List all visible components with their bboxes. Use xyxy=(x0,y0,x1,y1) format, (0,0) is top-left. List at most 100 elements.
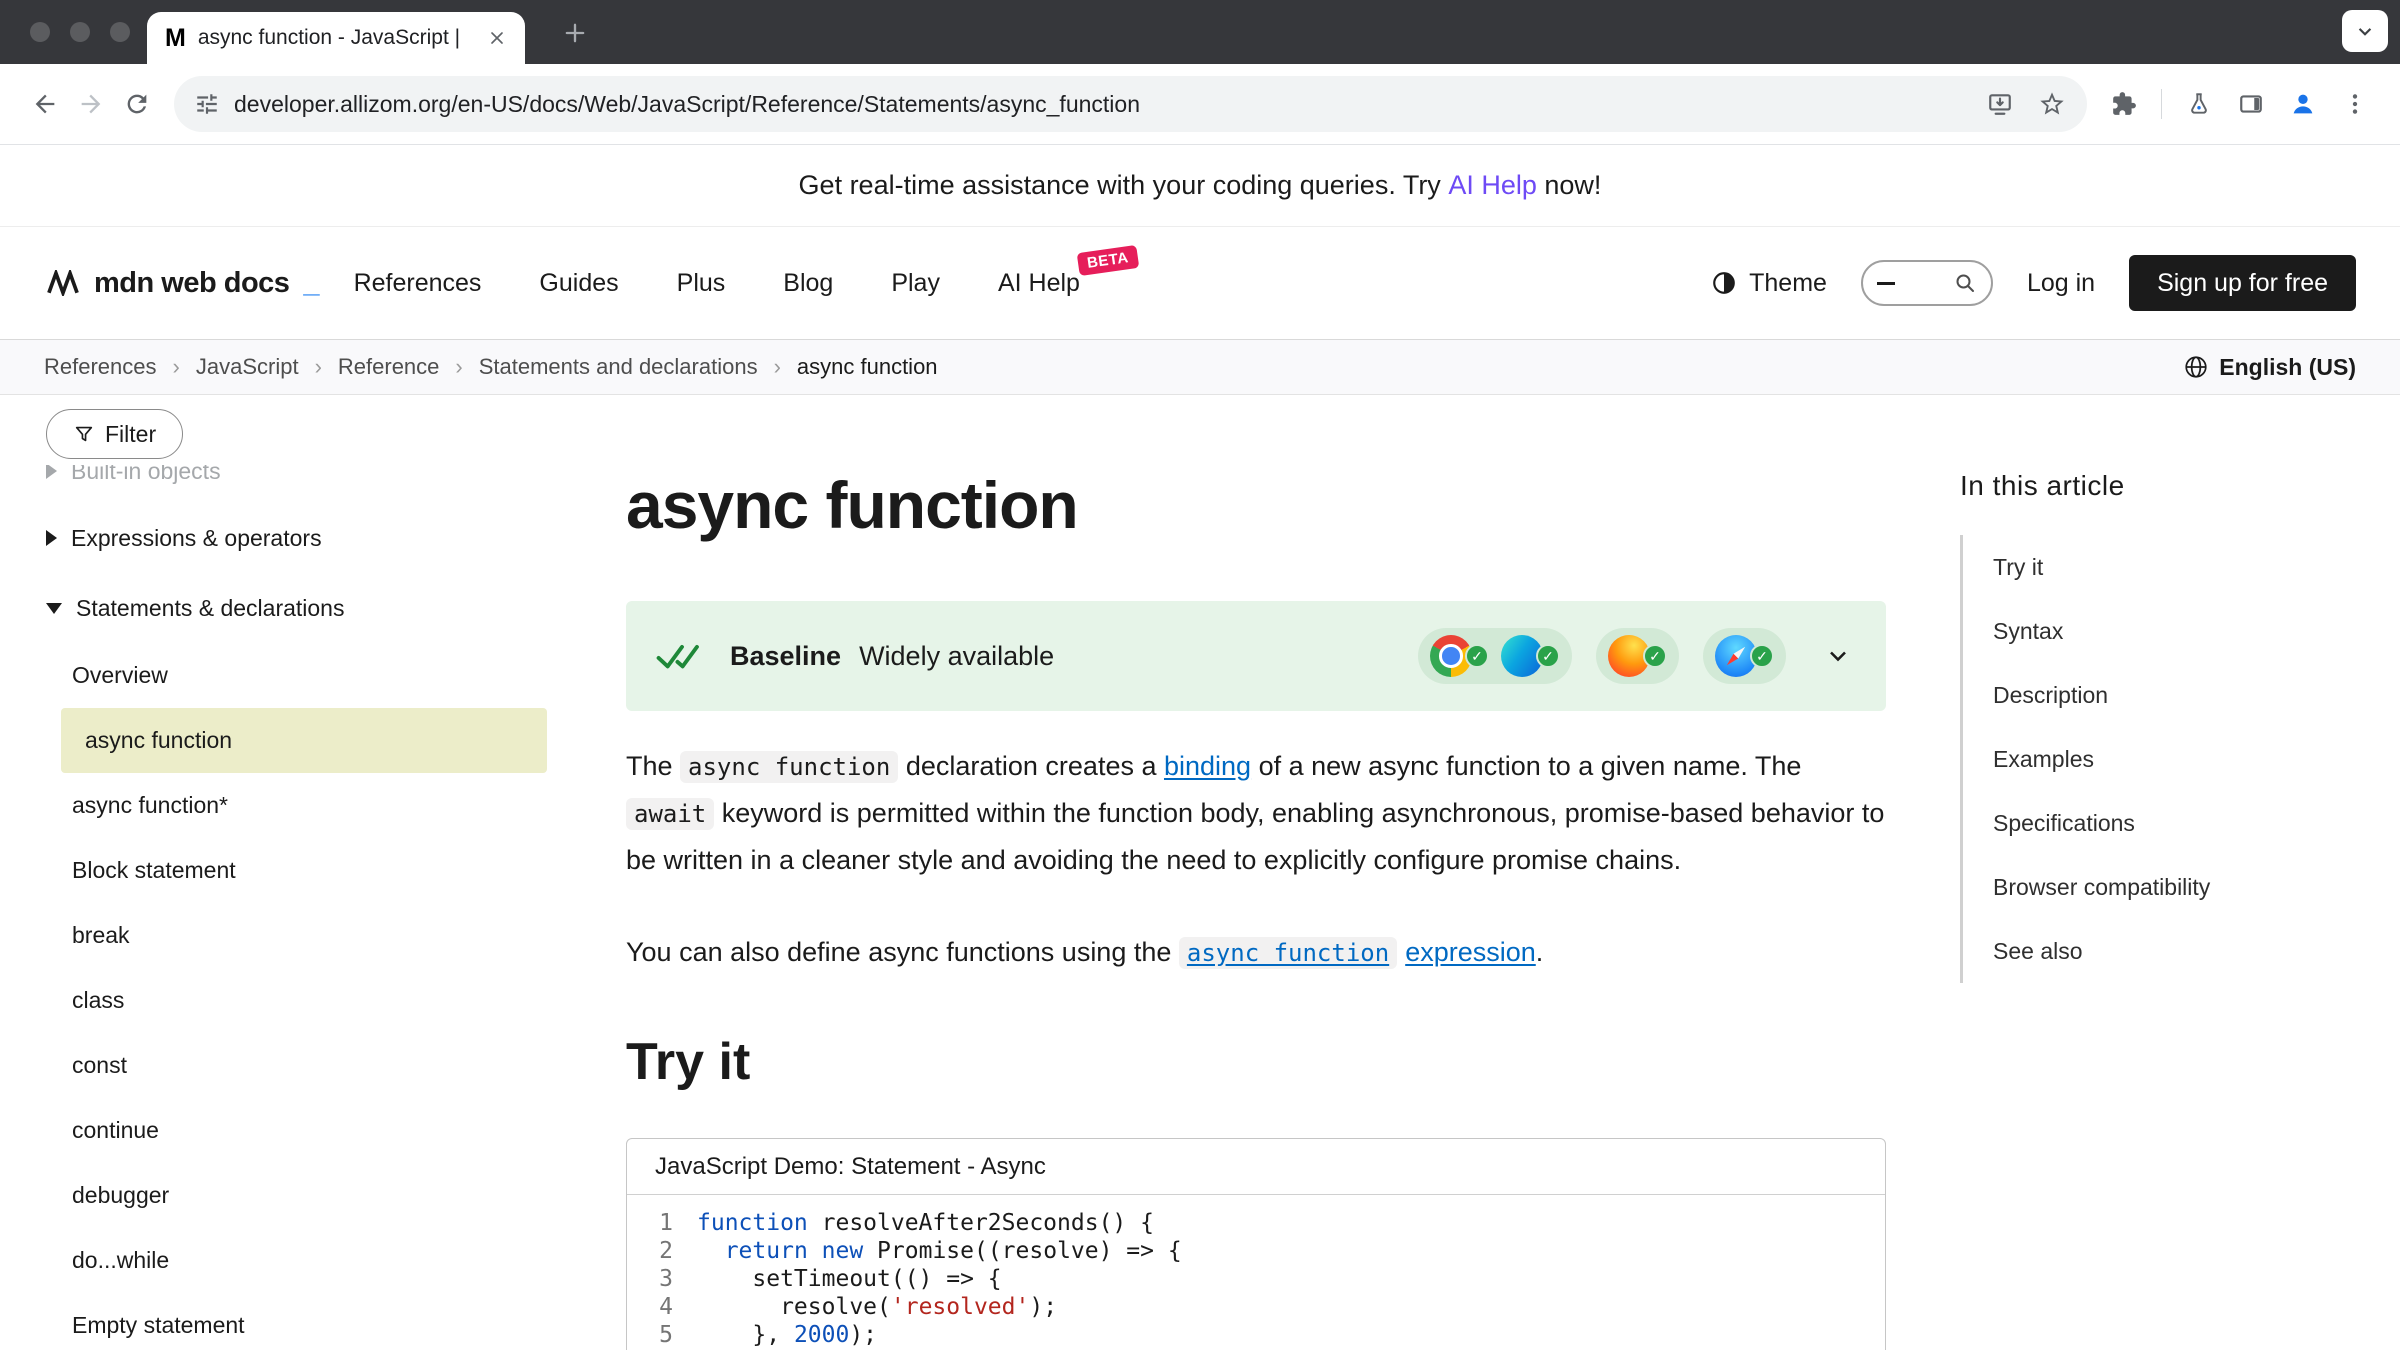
profile-button[interactable] xyxy=(2280,81,2326,127)
chevron-right-icon xyxy=(46,465,57,479)
ai-help-link[interactable]: AI Help xyxy=(1448,170,1537,201)
minimize-window-button[interactable] xyxy=(70,22,90,42)
toc-item: See also xyxy=(1993,919,2360,983)
sidebar-section-label: Statements & declarations xyxy=(76,595,344,622)
sidebar-section-statements[interactable]: Statements & declarations xyxy=(46,573,558,643)
sidebar-item-async-function-star[interactable]: async function* xyxy=(46,773,532,838)
toc-link-see-also[interactable]: See also xyxy=(1993,938,2083,965)
sidebar-filter-button[interactable]: Filter xyxy=(46,409,183,459)
reload-icon xyxy=(123,90,151,118)
puzzle-icon xyxy=(2111,91,2137,117)
forward-icon xyxy=(77,90,105,118)
theme-icon xyxy=(1711,270,1737,296)
binding-link[interactable]: binding xyxy=(1164,751,1251,781)
tab-search-button[interactable] xyxy=(2342,10,2388,52)
close-window-button[interactable] xyxy=(30,22,50,42)
sidebar-section-expressions[interactable]: Expressions & operators xyxy=(46,503,558,573)
nav-blog[interactable]: Blog xyxy=(783,269,833,298)
nav-play[interactable]: Play xyxy=(891,269,940,298)
nav-references[interactable]: References xyxy=(354,269,482,298)
toc-link-examples[interactable]: Examples xyxy=(1993,746,2094,773)
baseline-browser-support: ✓ ✓ ✓ ✓ xyxy=(1418,628,1852,684)
forward-button[interactable] xyxy=(68,81,114,127)
chevron-down-icon xyxy=(46,603,62,614)
side-panel-icon xyxy=(2238,91,2264,117)
sidebar-item-empty-statement[interactable]: Empty statement xyxy=(46,1293,532,1350)
tab-strip: M async function - JavaScript | xyxy=(0,0,2400,64)
new-tab-button[interactable] xyxy=(558,16,592,50)
page-content: Filter Built-in objects Expressions & op… xyxy=(0,395,2400,1350)
baseline-label: Baseline xyxy=(730,641,841,672)
safari-support: ✓ xyxy=(1715,635,1774,677)
breadcrumb: References JavaScript Reference Statemen… xyxy=(44,354,938,380)
baseline-expand-chevron[interactable] xyxy=(1824,642,1852,670)
browser-pill: ✓ ✓ xyxy=(1418,628,1572,684)
nav-ai-help[interactable]: AI Help xyxy=(998,269,1080,297)
mdn-logo-icon xyxy=(44,270,82,296)
filter-icon xyxy=(73,423,95,445)
text: of a new async function to a given name.… xyxy=(1251,751,1801,781)
zoom-window-button[interactable] xyxy=(110,22,130,42)
check-badge-icon: ✓ xyxy=(1536,644,1560,668)
toolbar-divider xyxy=(2161,89,2162,119)
mdn-logo[interactable]: mdn web docs_ xyxy=(44,267,320,300)
breadcrumb-javascript[interactable]: JavaScript xyxy=(196,354,299,380)
sidebar-section-built-in-objects[interactable]: Built-in objects xyxy=(46,465,558,503)
async-function-expression-link[interactable]: async functionexpression xyxy=(1179,937,1536,967)
breadcrumb-current[interactable]: async function xyxy=(797,354,938,380)
window-controls xyxy=(30,22,130,42)
sidebar-section-label: Expressions & operators xyxy=(71,525,322,552)
toc-item: Syntax xyxy=(1993,599,2360,663)
profile-icon xyxy=(2289,90,2317,118)
toc-link-try-it[interactable]: Try it xyxy=(1993,554,2043,581)
sidebar-item-break[interactable]: break xyxy=(46,903,532,968)
browser-menu-button[interactable] xyxy=(2332,81,2378,127)
nav-guides[interactable]: Guides xyxy=(539,269,618,298)
theme-button[interactable]: Theme xyxy=(1711,269,1827,298)
sidebar-nav: Built-in objects Expressions & operators… xyxy=(46,465,558,1350)
site-settings-icon[interactable] xyxy=(194,91,220,117)
experiments-button[interactable] xyxy=(2176,81,2222,127)
extensions-button[interactable] xyxy=(2101,81,2147,127)
expression-paragraph: You can also define async functions usin… xyxy=(626,929,1886,976)
sidebar-item-overview[interactable]: Overview xyxy=(46,643,532,708)
breadcrumb-statements[interactable]: Statements and declarations xyxy=(479,354,758,380)
sidebar-item-continue[interactable]: continue xyxy=(46,1098,532,1163)
install-icon xyxy=(1987,91,2013,117)
tryit-heading: Try it xyxy=(626,1032,1886,1092)
language-selector[interactable]: English (US) xyxy=(2183,354,2356,381)
login-link[interactable]: Log in xyxy=(2027,269,2095,298)
toc-link-description[interactable]: Description xyxy=(1993,682,2108,709)
inline-code: await xyxy=(626,798,714,830)
close-icon xyxy=(487,28,507,48)
check-badge-icon: ✓ xyxy=(1465,644,1489,668)
breadcrumb-bar: References JavaScript Reference Statemen… xyxy=(0,340,2400,395)
reload-button[interactable] xyxy=(114,81,160,127)
sidebar-item-const[interactable]: const xyxy=(46,1033,532,1098)
address-bar[interactable]: developer.allizom.org/en-US/docs/Web/Jav… xyxy=(174,76,2087,132)
sidebar-item-do-while[interactable]: do...while xyxy=(46,1228,532,1293)
breadcrumb-reference[interactable]: Reference xyxy=(338,354,440,380)
search-icon xyxy=(1953,271,1977,295)
browser-tab[interactable]: M async function - JavaScript | xyxy=(147,12,525,64)
sidebar-item-debugger[interactable]: debugger xyxy=(46,1163,532,1228)
install-app-button[interactable] xyxy=(1981,85,2019,123)
header-actions: Theme Log in Sign up for free xyxy=(1711,255,2356,311)
toc-link-specifications[interactable]: Specifications xyxy=(1993,810,2135,837)
sidebar-item-async-function[interactable]: async function xyxy=(61,708,547,773)
sidebar-item-class[interactable]: class xyxy=(46,968,532,1033)
side-panel-button[interactable] xyxy=(2228,81,2274,127)
link-text: expression xyxy=(1405,937,1536,967)
toc-link-syntax[interactable]: Syntax xyxy=(1993,618,2063,645)
search-input[interactable] xyxy=(1861,260,1993,306)
search-caret xyxy=(1877,282,1895,285)
close-tab-button[interactable] xyxy=(483,24,511,52)
nav-plus[interactable]: Plus xyxy=(677,269,726,298)
signup-button[interactable]: Sign up for free xyxy=(2129,255,2356,311)
breadcrumb-references[interactable]: References xyxy=(44,354,157,380)
demo-code[interactable]: 1function resolveAfter2Seconds() {2 retu… xyxy=(627,1195,1885,1350)
toc-link-browser-compatibility[interactable]: Browser compatibility xyxy=(1993,874,2210,901)
sidebar-item-block-statement[interactable]: Block statement xyxy=(46,838,532,903)
bookmark-button[interactable] xyxy=(2033,85,2071,123)
back-button[interactable] xyxy=(22,81,68,127)
